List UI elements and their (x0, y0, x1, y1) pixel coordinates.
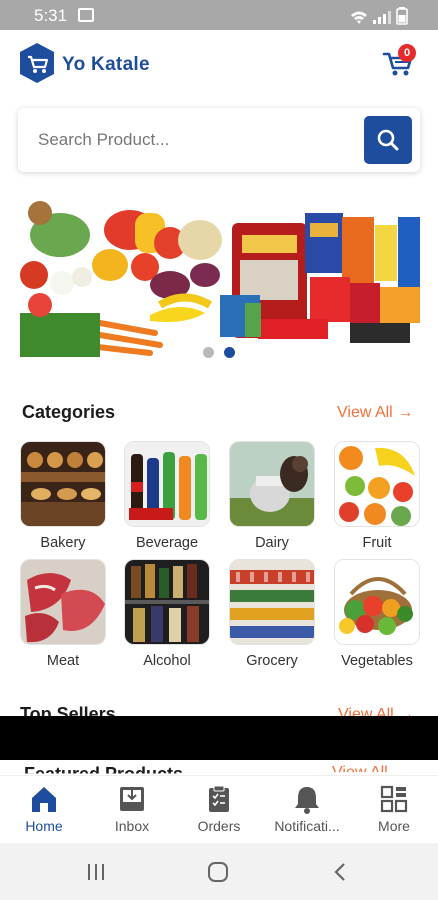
back-icon[interactable] (332, 862, 348, 882)
battery-icon (396, 7, 408, 25)
category-label: Meat (46, 653, 80, 669)
search-bar (18, 108, 420, 172)
clipboard-icon (209, 785, 229, 812)
category-image (20, 441, 106, 527)
home-button-icon[interactable] (207, 861, 229, 883)
arrow-right-icon: → (397, 404, 414, 421)
recent-apps-icon[interactable] (86, 862, 106, 882)
pagination-dot[interactable] (203, 347, 214, 358)
signal-icon (373, 11, 391, 24)
category-image (124, 559, 210, 645)
status-time: 5:31 (34, 6, 68, 25)
nav-label: Orders (197, 818, 241, 834)
category-dairy[interactable]: Dairy (229, 441, 315, 561)
nav-orders[interactable]: Orders (175, 776, 263, 844)
banner-image (20, 201, 420, 357)
system-navigation-bar (0, 843, 438, 900)
category-label: Grocery (246, 653, 298, 669)
category-fruit[interactable]: Fruit (334, 441, 420, 561)
brand-name: Yo Katale (62, 54, 150, 75)
category-image (124, 441, 210, 527)
categories-title: Categories (22, 402, 116, 422)
cart-count-badge: 0 (398, 44, 416, 62)
category-label: Alcohol (143, 653, 191, 669)
nav-inbox[interactable]: Inbox (88, 776, 176, 844)
promo-banner[interactable] (20, 195, 420, 367)
category-image (334, 559, 420, 645)
category-image (229, 441, 315, 527)
category-label: Beverage (135, 535, 199, 551)
grid-icon (380, 785, 408, 813)
category-image (229, 559, 315, 645)
category-label: Bakery (40, 535, 86, 551)
pagination-dot-active[interactable] (224, 347, 235, 358)
bell-icon (295, 787, 319, 814)
app-header: Yo Katale 0 (0, 30, 438, 100)
home-icon (32, 787, 56, 812)
category-meat[interactable]: Meat (20, 559, 106, 679)
category-image (334, 441, 420, 527)
nav-label: More (378, 818, 410, 834)
nav-label: Home (25, 818, 63, 834)
search-icon (377, 129, 399, 151)
banner-pagination (203, 347, 235, 358)
category-bakery[interactable]: Bakery (20, 441, 106, 561)
search-input[interactable] (38, 126, 358, 154)
gallery-notification-icon (78, 8, 94, 22)
category-image (20, 559, 106, 645)
category-grocery[interactable]: Grocery (229, 559, 315, 679)
nav-label: Notificati... (274, 818, 340, 834)
category-vegetables[interactable]: Vegetables (334, 559, 420, 679)
category-label: Dairy (255, 535, 289, 551)
view-all-label: View All (337, 404, 393, 421)
bottom-navigation: Home Inbox Orders Notificati... More (0, 775, 438, 843)
nav-home[interactable]: Home (0, 776, 88, 844)
nav-notifications[interactable]: Notificati... (263, 776, 351, 844)
logo-icon[interactable] (18, 42, 56, 84)
screen-occlusion (0, 716, 438, 760)
category-beverage[interactable]: Beverage (124, 441, 210, 561)
category-label: Vegetables (341, 653, 413, 669)
nav-label: Inbox (114, 818, 150, 834)
search-button[interactable] (364, 116, 412, 164)
inbox-icon (120, 787, 144, 811)
status-bar: 5:31 (0, 0, 438, 30)
wifi-icon (351, 11, 367, 24)
nav-more[interactable]: More (350, 776, 438, 844)
categories-view-all-link[interactable]: View All → (337, 404, 413, 422)
status-indicators (350, 7, 408, 25)
category-alcohol[interactable]: Alcohol (124, 559, 210, 679)
category-label: Fruit (362, 535, 392, 551)
